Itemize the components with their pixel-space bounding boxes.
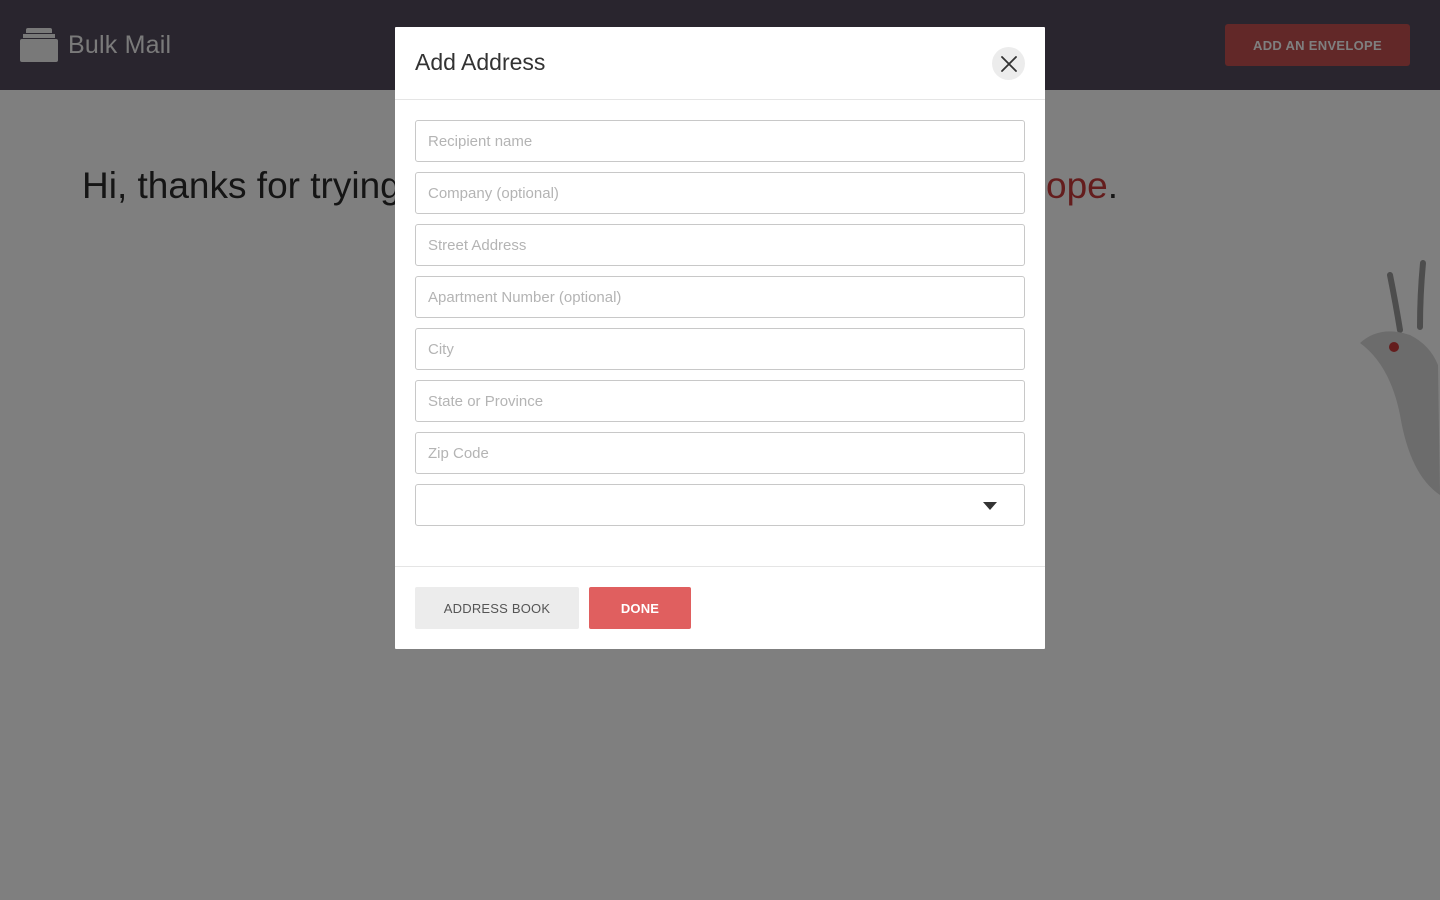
done-button[interactable]: DONE bbox=[589, 587, 691, 629]
state-province-input[interactable] bbox=[415, 380, 1025, 422]
country-select-wrapper bbox=[415, 484, 1025, 526]
modal-title: Add Address bbox=[415, 49, 546, 75]
close-icon bbox=[1000, 55, 1017, 72]
close-button[interactable] bbox=[992, 47, 1025, 80]
city-input[interactable] bbox=[415, 328, 1025, 370]
recipient-name-input[interactable] bbox=[415, 120, 1025, 162]
country-select[interactable] bbox=[415, 484, 1025, 526]
modal-footer: ADDRESS BOOK DONE bbox=[395, 566, 1045, 649]
modal-header: Add Address bbox=[395, 27, 1045, 100]
app-root: Bulk Mail ADD AN ENVELOPE Hi, thanks for… bbox=[0, 0, 1440, 900]
add-address-modal: Add Address ADDRESS BOOK bbox=[395, 27, 1045, 649]
address-form bbox=[415, 120, 1025, 526]
street-address-input[interactable] bbox=[415, 224, 1025, 266]
apartment-number-input[interactable] bbox=[415, 276, 1025, 318]
company-input[interactable] bbox=[415, 172, 1025, 214]
address-book-button[interactable]: ADDRESS BOOK bbox=[415, 587, 579, 629]
zip-code-input[interactable] bbox=[415, 432, 1025, 474]
